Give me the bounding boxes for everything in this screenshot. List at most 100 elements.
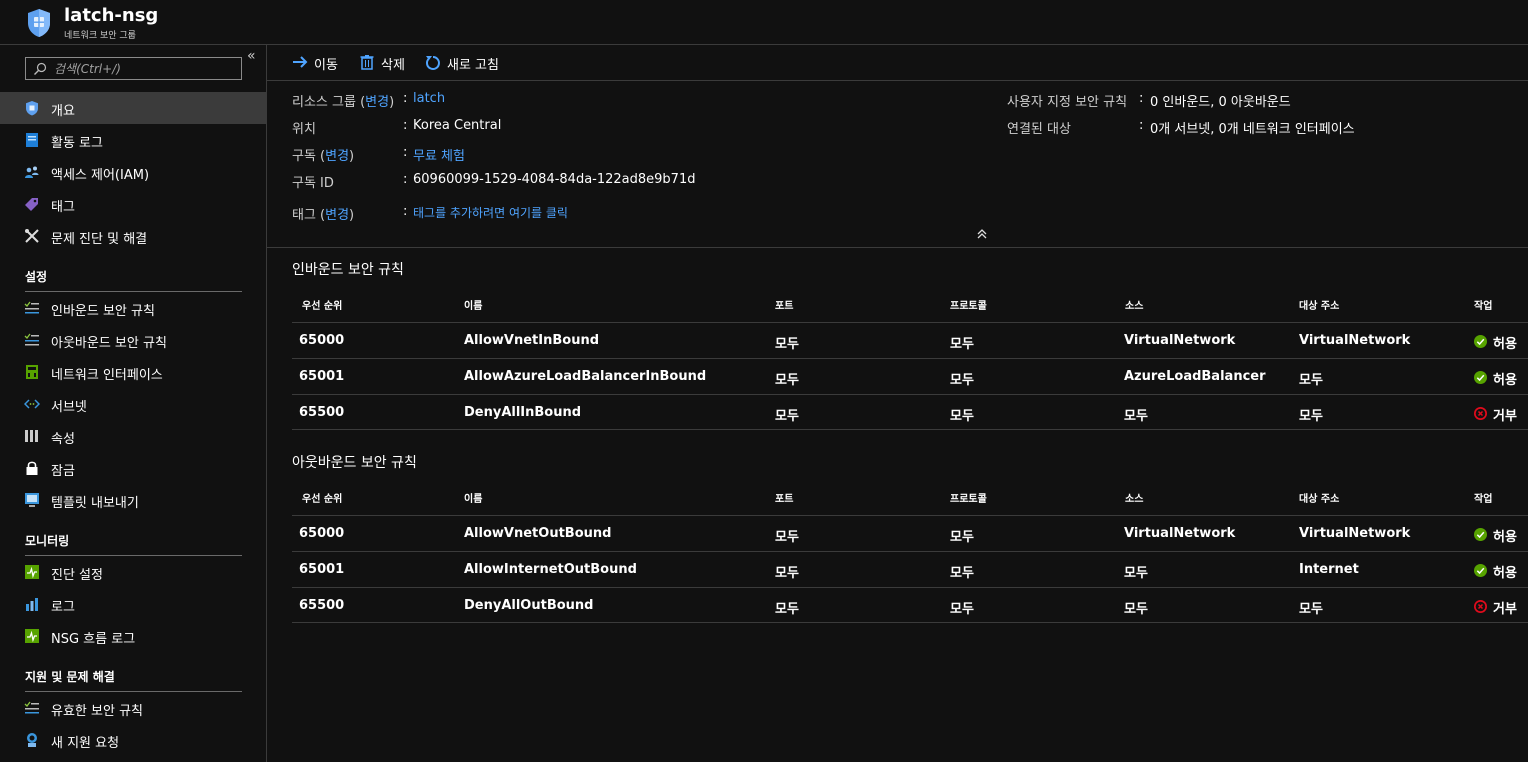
port-cell: 모두 [775, 337, 799, 352]
sidebar-item-label: NSG 흐름 로그 [51, 632, 136, 647]
iam-icon [25, 166, 39, 178]
protocol-cell: 모두 [950, 602, 974, 617]
col-source[interactable]: 소스 [1125, 297, 1143, 312]
sidebar-item-outbound-rules[interactable]: 아웃바운드 보안 규칙 [0, 324, 266, 356]
sidebar-item-diagnostic-settings[interactable]: 진단 설정 [0, 556, 266, 588]
sidebar-item-properties[interactable]: 속성 [0, 420, 266, 452]
inbound-rules-title: 인바운드 보안 규칙 [292, 262, 404, 278]
sidebar-item-effective-rules[interactable]: 유효한 보안 규칙 [0, 692, 266, 724]
section-support: 지원 및 문제 해결 [25, 668, 242, 692]
change-subscription-link[interactable]: 변경 [325, 149, 349, 164]
protocol-cell: 모두 [950, 566, 974, 581]
double-chevron-left-icon[interactable]: « [247, 48, 256, 64]
change-resource-group-link[interactable]: 변경 [365, 95, 389, 110]
sidebar: « 개요 활동 로그 액세스 제어(IAM) [0, 45, 267, 762]
priority-cell: 65500 [299, 405, 345, 420]
add-tags-link[interactable]: 태그를 추가하려면 여기를 클릭 [413, 204, 568, 221]
location-value: Korea Central [413, 118, 502, 133]
source-cell: VirtualNetwork [1124, 526, 1236, 541]
command-bar: 이동 삭제 새로 고침 [267, 45, 1528, 81]
priority-cell: 65001 [299, 369, 345, 384]
sidebar-item-inbound-rules[interactable]: 인바운드 보안 규칙 [0, 292, 266, 324]
col-destination[interactable]: 대상 주소 [1299, 490, 1339, 505]
source-cell: AzureLoadBalancer [1124, 369, 1266, 384]
col-destination[interactable]: 대상 주소 [1299, 297, 1339, 312]
arrow-right-icon [293, 56, 308, 68]
sidebar-item-tags[interactable]: 태그 [0, 188, 266, 220]
lock-icon [26, 461, 38, 475]
priority-cell: 65000 [299, 333, 345, 348]
sidebar-item-diagnose[interactable]: 문제 진단 및 해결 [0, 220, 266, 252]
sidebar-item-new-support-request[interactable]: 새 지원 요청 [0, 724, 266, 756]
table-row[interactable]: 65001 AllowAzureLoadBalancerInBound 모두 모… [292, 358, 1528, 394]
sidebar-item-network-interfaces[interactable]: 네트워크 인터페이스 [0, 356, 266, 388]
sidebar-item-label: 인바운드 보안 규칙 [51, 304, 155, 319]
shield-icon [26, 101, 38, 116]
refresh-button[interactable]: 새로 고침 [425, 54, 505, 73]
move-button[interactable]: 이동 [292, 54, 342, 73]
col-source[interactable]: 소스 [1125, 490, 1143, 505]
sidebar-item-locks[interactable]: 잠금 [0, 452, 266, 484]
col-priority[interactable]: 우선 순위 [302, 490, 342, 505]
col-protocol[interactable]: 프로토콜 [950, 297, 987, 312]
sidebar-item-iam[interactable]: 액세스 제어(IAM) [0, 156, 266, 188]
section-monitoring: 모니터링 [25, 532, 242, 556]
subscription-link[interactable]: 무료 체험 [413, 145, 465, 164]
page-title: latch-nsg [64, 5, 159, 26]
col-protocol[interactable]: 프로토콜 [950, 490, 987, 505]
sidebar-item-activity-log[interactable]: 활동 로그 [0, 124, 266, 156]
destination-cell: VirtualNetwork [1299, 526, 1411, 541]
table-row[interactable]: 65500 DenyAllInBound 모두 모두 모두 모두 거부 [292, 394, 1528, 430]
wrench-icon [25, 229, 39, 243]
sidebar-item-export-template[interactable]: 템플릿 내보내기 [0, 484, 266, 516]
sidebar-item-subnets[interactable]: 서브넷 [0, 388, 266, 420]
col-action[interactable]: 작업 [1474, 490, 1492, 505]
destination-cell: 모두 [1299, 602, 1323, 617]
check-circle-icon [1474, 564, 1487, 577]
destination-cell: VirtualNetwork [1299, 333, 1411, 348]
change-tags-link[interactable]: 변경 [325, 208, 349, 223]
sidebar-item-label: 개요 [51, 104, 75, 119]
properties-icon [25, 430, 38, 442]
page-subtitle: 네트워크 보안 그룹 [64, 31, 136, 41]
deny-circle-icon [1474, 407, 1487, 420]
table-row[interactable]: 65001 AllowInternetOutBound 모두 모두 모두 Int… [292, 551, 1528, 587]
search-icon [34, 62, 47, 75]
sidebar-item-label: 유효한 보안 규칙 [51, 704, 143, 719]
resource-group-link[interactable]: latch [413, 91, 445, 106]
col-priority[interactable]: 우선 순위 [302, 297, 342, 312]
inbound-rules-icon [24, 301, 39, 314]
col-port[interactable]: 포트 [775, 490, 793, 505]
port-cell: 모두 [775, 530, 799, 545]
resource-header: latch-nsg 네트워크 보안 그룹 [0, 0, 1528, 45]
search-box[interactable] [25, 57, 242, 80]
sidebar-item-label: 속성 [51, 432, 75, 447]
sidebar-item-logs[interactable]: 로그 [0, 588, 266, 620]
col-name[interactable]: 이름 [464, 297, 482, 312]
search-input[interactable] [54, 60, 234, 77]
protocol-cell: 모두 [950, 373, 974, 388]
sidebar-item-label: 네트워크 인터페이스 [51, 368, 163, 383]
sidebar-item-nsg-flow-logs[interactable]: NSG 흐름 로그 [0, 620, 266, 652]
sidebar-item-label: 잠금 [51, 464, 75, 479]
sidebar-item-label: 로그 [51, 600, 75, 615]
sidebar-item-overview[interactable]: 개요 [0, 92, 266, 124]
outbound-rules-title: 아웃바운드 보안 규칙 [292, 455, 417, 471]
name-cell: DenyAllInBound [464, 405, 582, 420]
sidebar-item-label: 액세스 제어(IAM) [51, 168, 150, 183]
table-row[interactable]: 65000 AllowVnetOutBound 모두 모두 VirtualNet… [292, 515, 1528, 551]
table-row[interactable]: 65500 DenyAllOutBound 모두 모두 모두 모두 거부 [292, 587, 1528, 623]
sidebar-item-label: 템플릿 내보내기 [51, 496, 139, 511]
col-action[interactable]: 작업 [1474, 297, 1492, 312]
table-row[interactable]: 65000 AllowVnetInBound 모두 모두 VirtualNetw… [292, 322, 1528, 358]
col-name[interactable]: 이름 [464, 490, 482, 505]
sidebar-item-label: 활동 로그 [51, 136, 103, 151]
col-port[interactable]: 포트 [775, 297, 793, 312]
protocol-cell: 모두 [950, 337, 974, 352]
name-cell: AllowAzureLoadBalancerInBound [464, 369, 707, 384]
export-template-icon [25, 493, 39, 507]
delete-button[interactable]: 삭제 [359, 54, 409, 73]
priority-cell: 65500 [299, 598, 345, 613]
double-chevron-up-icon[interactable] [976, 228, 988, 240]
nic-icon [26, 365, 38, 379]
